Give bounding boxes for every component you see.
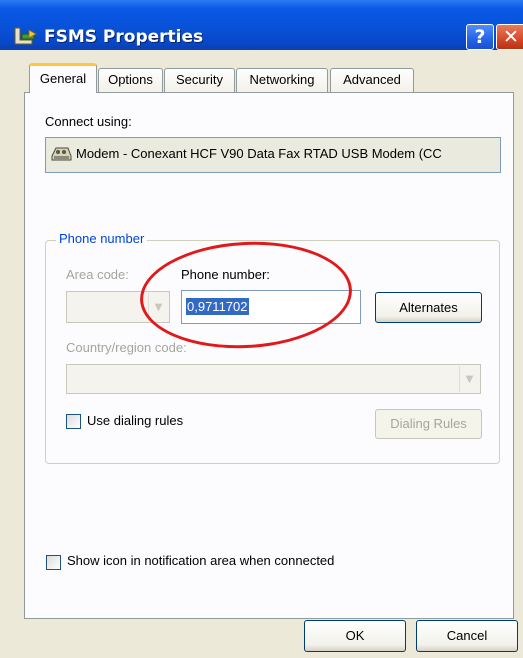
help-button[interactable]: ? <box>466 24 494 50</box>
alternates-button[interactable]: Alternates <box>375 292 482 323</box>
chevron-down-icon[interactable]: ▼ <box>148 293 168 321</box>
area-code-label: Area code: <box>66 267 129 282</box>
dialing-rules-button[interactable]: Dialing Rules <box>375 409 482 439</box>
use-dialing-rules-label: Use dialing rules <box>87 413 184 428</box>
use-dialing-rules-checkbox[interactable] <box>66 414 81 429</box>
tab-security[interactable]: Security <box>164 68 235 92</box>
phone-number-input[interactable]: 0,9711702 <box>181 290 361 324</box>
phone-number-value: 0,9711702 <box>186 298 249 315</box>
tab-options[interactable]: Options <box>98 68 163 92</box>
tab-advanced[interactable]: Advanced <box>330 68 414 92</box>
cancel-button[interactable]: Cancel <box>416 620 518 652</box>
phone-number-group-legend: Phone number <box>56 231 148 246</box>
show-icon-label: Show icon in notification area when conn… <box>67 553 335 568</box>
ok-button[interactable]: OK <box>304 620 406 652</box>
modem-name: Modem - Conexant HCF V90 Data Fax RTAD U… <box>76 146 442 161</box>
modem-list[interactable]: Modem - Conexant HCF V90 Data Fax RTAD U… <box>45 137 501 173</box>
network-connection-icon <box>12 26 38 48</box>
show-icon-checkbox[interactable] <box>46 555 61 570</box>
tab-networking[interactable]: Networking <box>236 68 328 92</box>
connect-using-label: Connect using: <box>45 114 132 129</box>
chevron-down-icon[interactable]: ▼ <box>459 366 479 392</box>
area-code-combo[interactable]: ▼ <box>66 291 170 323</box>
phone-number-label: Phone number: <box>181 267 270 282</box>
window-title: FSMS Properties <box>44 27 204 47</box>
country-region-label: Country/region code: <box>66 340 187 355</box>
tab-general[interactable]: General <box>29 63 97 93</box>
close-button[interactable]: ✕ <box>496 24 523 50</box>
modem-icon <box>50 144 72 164</box>
country-region-combo[interactable]: ▼ <box>66 364 481 394</box>
